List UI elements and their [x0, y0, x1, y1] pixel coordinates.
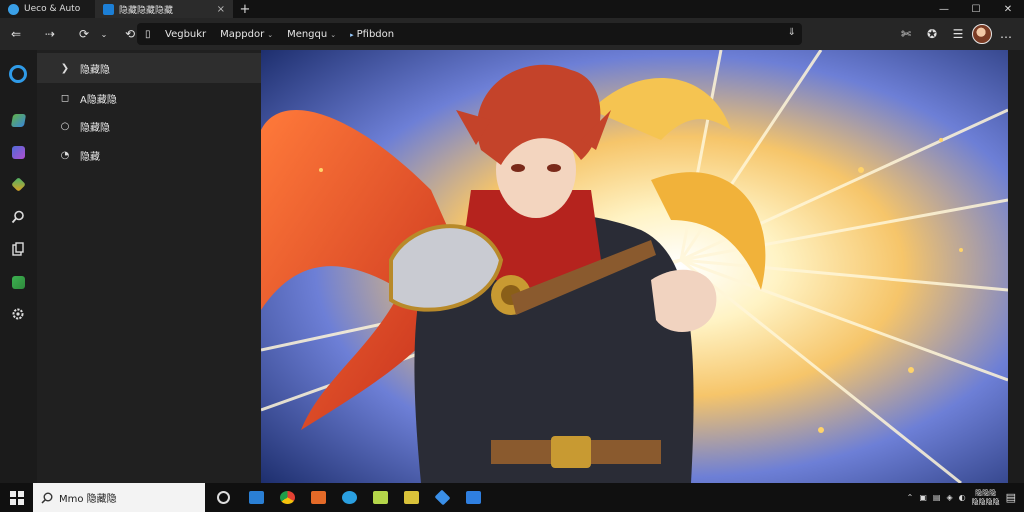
- tray-icon[interactable]: ▤: [933, 493, 941, 502]
- tab-bar: Ueco & Auto 隐藏隐藏隐藏 × + — ☐ ✕: [0, 0, 1024, 18]
- tray-icon[interactable]: ▣: [919, 493, 927, 502]
- chevron-right-icon: ❯: [60, 62, 70, 74]
- window-controls: — ☐ ✕: [928, 0, 1024, 18]
- page-icon: [103, 3, 114, 15]
- app-icon: [404, 491, 419, 504]
- address-segment[interactable]: Vegbukr: [165, 29, 206, 40]
- taskbar-app[interactable]: [303, 483, 334, 512]
- app-icon: [434, 489, 451, 506]
- globe-icon: [8, 3, 19, 15]
- main-image: [261, 50, 1008, 483]
- files-icon[interactable]: [8, 239, 28, 259]
- more-icon[interactable]: …: [994, 23, 1018, 45]
- back-icon[interactable]: ⇐: [4, 23, 28, 45]
- panel-item-label: 隐藏隐: [80, 122, 110, 134]
- taskbar-search[interactable]: Mmo 隐藏隐: [33, 483, 205, 512]
- address-segment-text: Pfibdon: [356, 28, 395, 40]
- tray-icon[interactable]: ◈: [946, 493, 952, 502]
- cortana-icon[interactable]: [8, 64, 28, 84]
- address-segment[interactable]: Mengqu ⌄: [287, 29, 336, 40]
- document-icon[interactable]: [8, 142, 28, 162]
- taskbar: Mmo 隐藏隐 ⌃ ▣ ▤ ◈ ◐ 隐隐隐 隐隐隐隐 ▤: [0, 483, 1024, 512]
- minimize-icon[interactable]: —: [928, 0, 960, 18]
- taskbar-app[interactable]: [458, 483, 489, 512]
- panel-item-label: 隐藏: [80, 151, 100, 163]
- system-tray: ⌃ ▣ ▤ ◈ ◐ 隐隐隐 隐隐隐隐 ▤: [907, 483, 1024, 512]
- tab-title: Ueco & Auto: [24, 4, 81, 14]
- browser-toolbar: ⇐ ⇢ ⟳ ⌄ ⟲ ▯ Vegbukr Mappdor ⌄ Mengqu ⌄ ▸ Pf…: [0, 18, 1024, 50]
- edge-icon: [342, 491, 357, 504]
- taskbar-app[interactable]: [334, 483, 365, 512]
- link-icon: ▸: [350, 30, 354, 39]
- side-panel: ❯ 隐藏隐 ◻ A隐藏隐 ○ 隐藏隐 ◔ 隐藏: [37, 50, 261, 483]
- new-tab-button[interactable]: +: [233, 0, 257, 18]
- tools-icon[interactable]: [8, 174, 28, 194]
- clock-date: 隐隐隐隐: [971, 497, 1000, 506]
- download-icon[interactable]: ⇓: [788, 27, 796, 38]
- document-icon: ◻: [60, 92, 70, 104]
- toolbar-right: ✄ ✪ ☰ …: [894, 18, 1024, 50]
- task-view-icon: [216, 491, 230, 504]
- notification-icon[interactable]: ▤: [1006, 491, 1016, 504]
- task-view-button[interactable]: [205, 483, 241, 512]
- address-segment[interactable]: Mappdor ⌄: [220, 29, 273, 40]
- maximize-icon[interactable]: ☐: [960, 0, 992, 18]
- panel-item-label: 隐藏隐: [80, 64, 110, 76]
- chevron-down-icon: ⌄: [267, 30, 274, 39]
- panel-item-label: A隐藏隐: [80, 94, 117, 106]
- taskbar-search-text: Mmo 隐藏隐: [59, 494, 117, 505]
- close-window-icon[interactable]: ✕: [992, 0, 1024, 18]
- chevron-down-icon: ⌄: [330, 30, 337, 39]
- clock-time: 隐隐隐: [975, 488, 997, 497]
- tray-chevron-icon[interactable]: ⌃: [907, 493, 914, 502]
- tab-title: 隐藏隐藏隐藏: [119, 5, 174, 16]
- forward-icon[interactable]: ⇢: [38, 23, 62, 45]
- panel-item[interactable]: ◻ A隐藏隐: [37, 83, 261, 113]
- app-icon: [373, 491, 388, 504]
- search-icon[interactable]: [8, 207, 28, 227]
- clock[interactable]: 隐隐隐 隐隐隐隐: [972, 489, 1000, 507]
- search-icon: [41, 492, 53, 504]
- panel-item[interactable]: ○ 隐藏隐: [37, 111, 261, 141]
- taskbar-app[interactable]: [396, 483, 427, 512]
- windows-icon: [9, 490, 24, 505]
- lock-icon: ▯: [145, 28, 151, 40]
- close-tab-icon[interactable]: ×: [217, 4, 225, 15]
- chrome-icon: [280, 491, 295, 504]
- taskbar-app[interactable]: [365, 483, 396, 512]
- taskbar-app[interactable]: [241, 483, 272, 512]
- sidebar-rail: [0, 50, 37, 483]
- address-segment[interactable]: ▸ Pfibdon: [350, 29, 394, 40]
- anime-hero-illustration: [261, 50, 1008, 483]
- image-icon[interactable]: [8, 272, 28, 292]
- taskbar-app[interactable]: [427, 483, 458, 512]
- collections-icon[interactable]: ☰: [946, 23, 970, 45]
- panel-item[interactable]: ◔ 隐藏: [37, 140, 261, 170]
- refresh-dropdown-icon[interactable]: ⌄: [96, 23, 112, 45]
- tray-icon[interactable]: ◐: [959, 493, 966, 502]
- start-button[interactable]: [0, 483, 33, 512]
- avatar[interactable]: [972, 24, 992, 44]
- scrollbar[interactable]: [1008, 50, 1024, 483]
- taskbar-app[interactable]: [272, 483, 303, 512]
- tab-active[interactable]: 隐藏隐藏隐藏 ×: [95, 0, 233, 18]
- favorites-icon[interactable]: ✪: [920, 23, 944, 45]
- app-icon: [249, 491, 264, 504]
- circle-icon: ○: [60, 120, 70, 132]
- app-icon: [311, 491, 326, 504]
- refresh-icon[interactable]: ⟳: [72, 23, 96, 45]
- tab-inactive[interactable]: Ueco & Auto: [0, 0, 95, 18]
- address-segment-text: Mengqu: [287, 28, 328, 40]
- address-segment-text: Mappdor: [220, 28, 265, 40]
- brush-icon[interactable]: [8, 110, 28, 130]
- app-icon: [466, 491, 481, 504]
- history-icon: ◔: [60, 149, 70, 161]
- extensions-icon[interactable]: ✄: [894, 23, 918, 45]
- panel-item[interactable]: ❯ 隐藏隐: [37, 53, 261, 83]
- address-bar[interactable]: ▯ Vegbukr Mappdor ⌄ Mengqu ⌄ ▸ Pfibdon ⇓: [137, 23, 802, 45]
- settings-icon[interactable]: [8, 304, 28, 324]
